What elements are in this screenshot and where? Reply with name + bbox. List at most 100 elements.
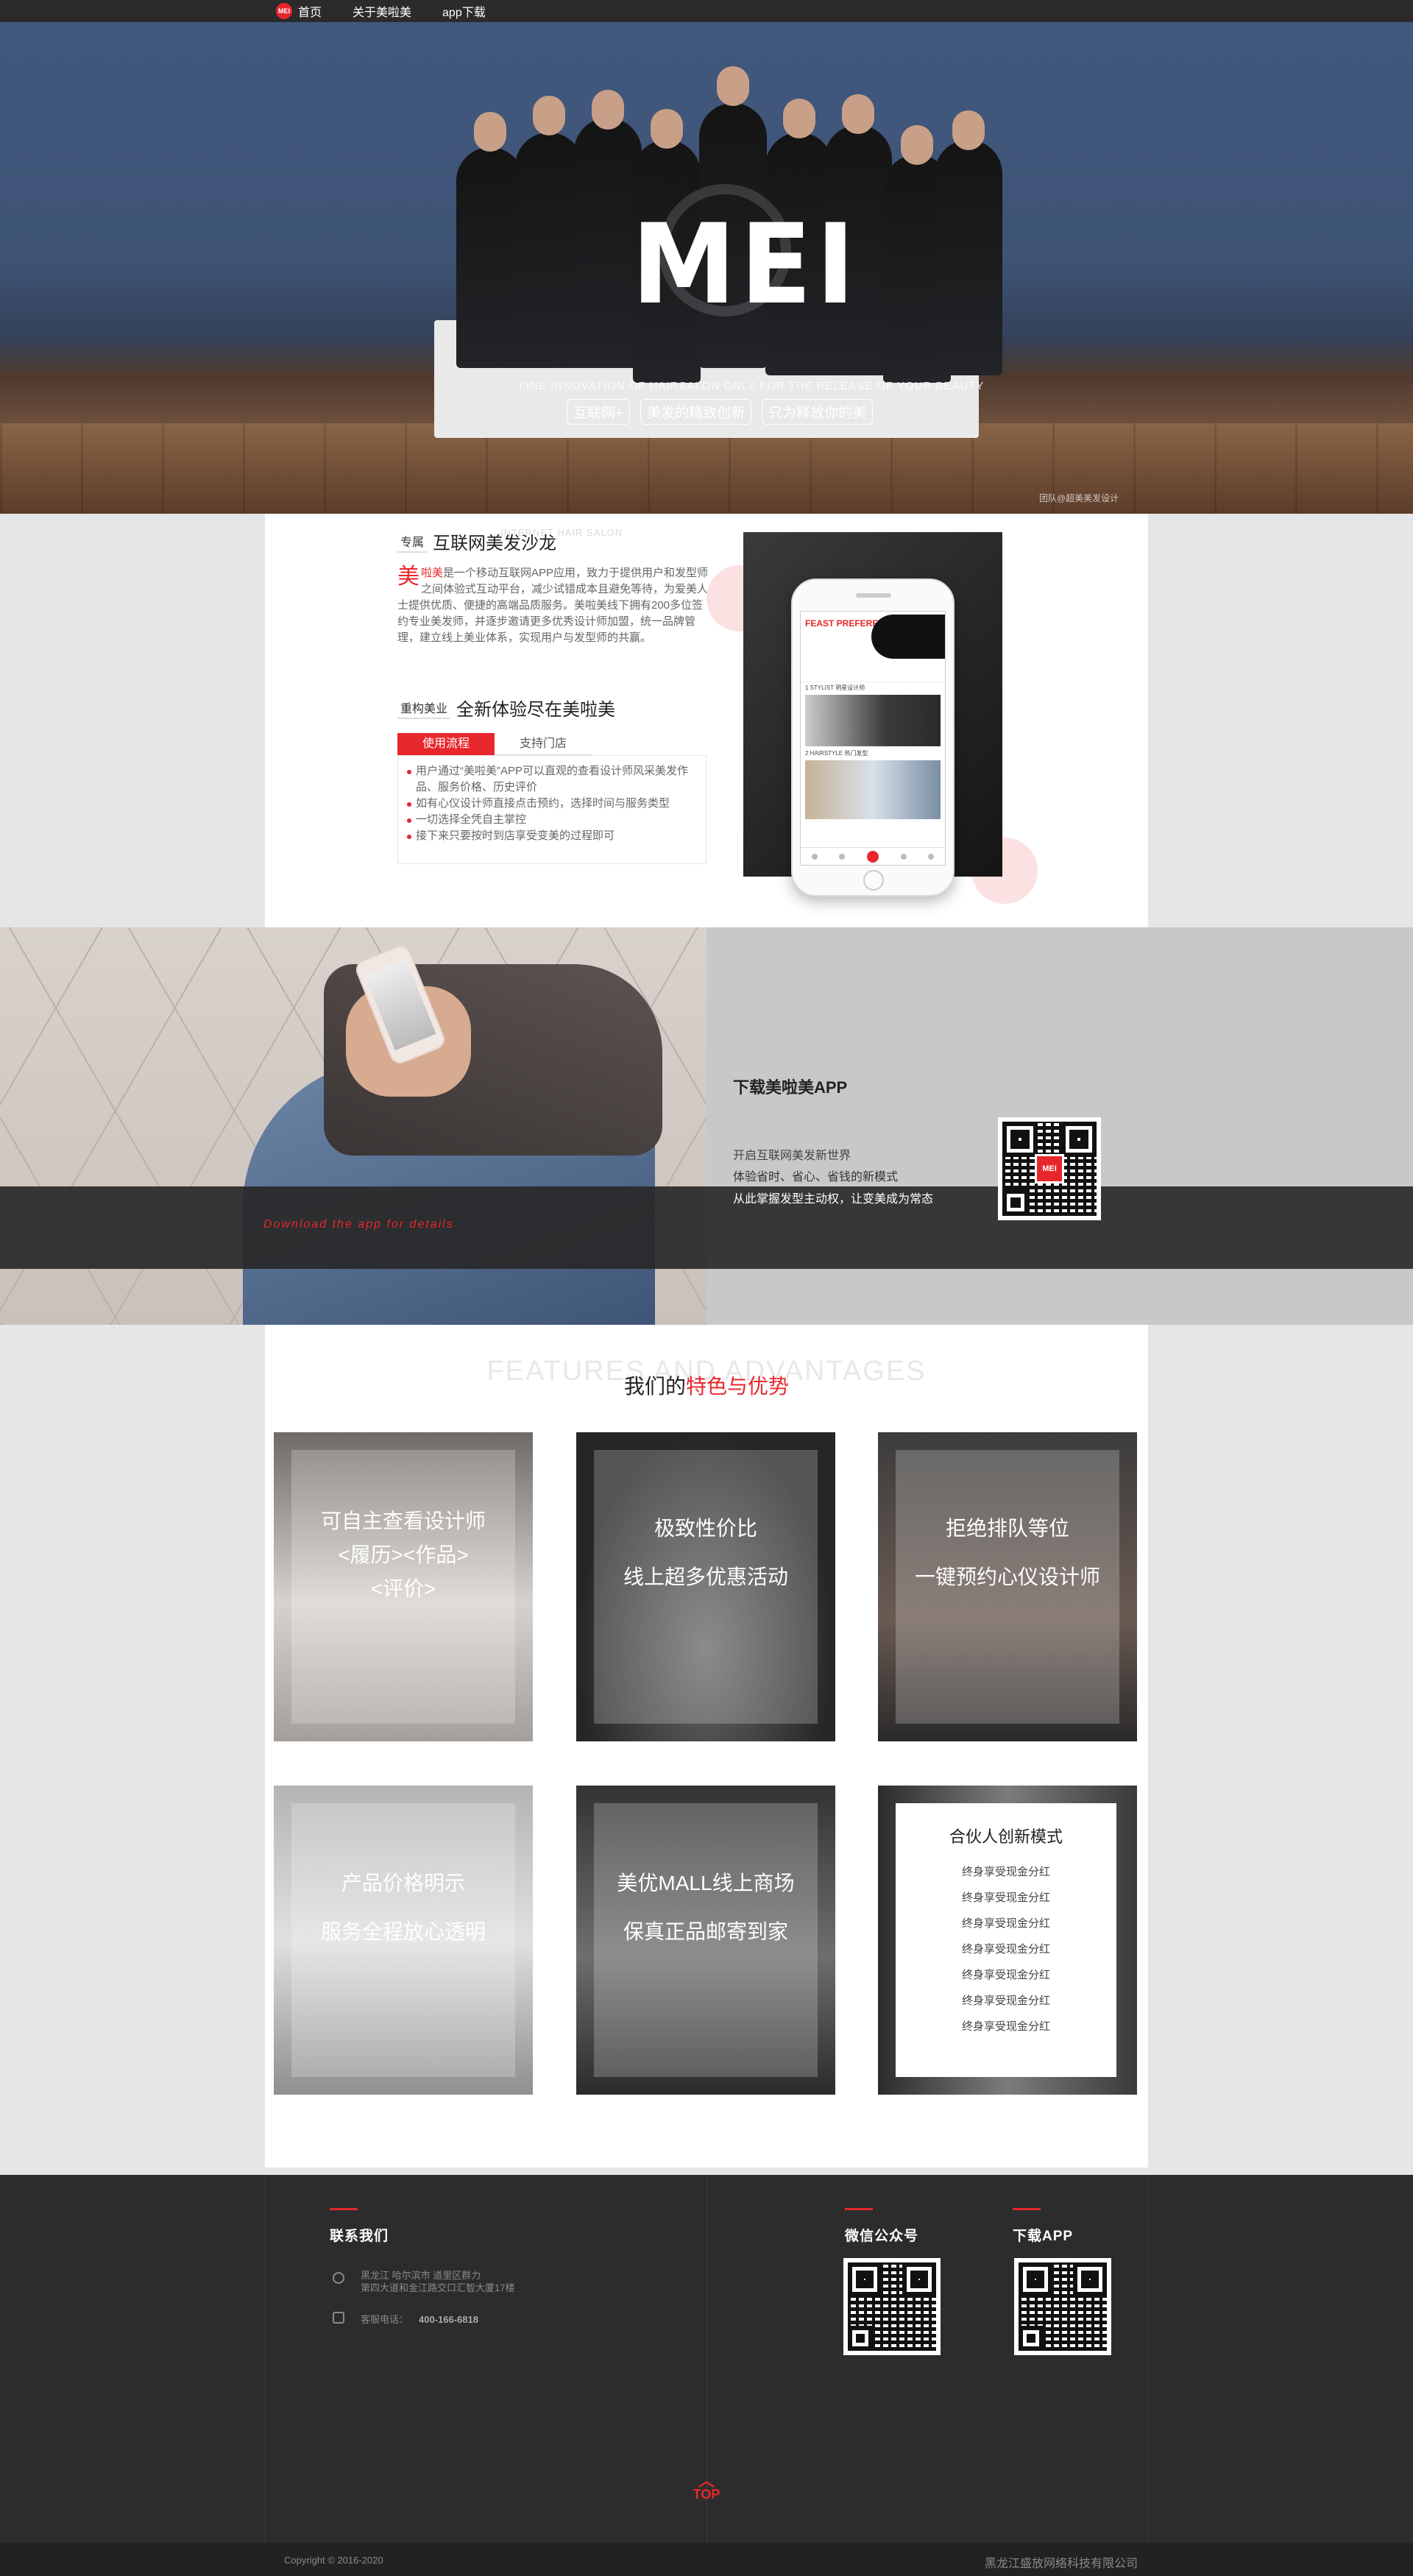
app-qr-code[interactable]: MEI: [998, 1117, 1101, 1220]
nav-home-label: 首页: [298, 7, 322, 19]
team-member-head: [533, 96, 565, 135]
intro-paragraph: 美啦美是一个移动互联网APP应用，致力于提供用户和发型师之间体验式互动平台，减少…: [397, 565, 714, 646]
footer-wechat-title: 微信公众号: [845, 2229, 919, 2244]
footer-tel-number: 400-166-6818: [419, 2314, 478, 2325]
feature-line: <评价>: [370, 1577, 436, 1600]
intro-text: 是一个移动互联网APP应用，致力于提供用户和发型师之间体验式互动平台，减少试错成…: [397, 567, 709, 644]
feature-card: 产品价格明示 服务全程放心透明: [274, 1786, 533, 2095]
feature-line: 线上超多优惠活动: [623, 1565, 788, 1588]
hero-credit: 团队@超美美发设计: [1039, 493, 1119, 503]
footer-app: 下载APP: [1013, 2208, 1073, 2245]
hero-tag: 只为释放你的美: [762, 399, 874, 425]
app-download-qr-code[interactable]: [1014, 2258, 1111, 2355]
team-member-head: [592, 90, 624, 130]
screen-label: 1 STYLIST 明星设计师: [805, 684, 865, 691]
screen-label: 2 HAIRSTYLE 热门发型: [805, 750, 868, 757]
partner-item: 终身享受现金分红: [961, 1995, 1050, 2007]
chevron-up-icon: ︿: [698, 2471, 715, 2490]
intro-heading-1-title: 互联网美发沙龙: [433, 534, 557, 553]
tab-center-icon: [866, 850, 879, 863]
intro-section: INTERNET HAIR SALON 专属 互联网美发沙龙 美啦美是一个移动互…: [265, 514, 1148, 927]
team-member: [515, 132, 583, 368]
back-to-top-label: TOP: [693, 2487, 720, 2502]
tab-supported-stores[interactable]: 支持门店: [495, 733, 592, 755]
partner-item: 终身享受现金分红: [961, 1892, 1050, 1904]
top-navbar: MEI 首页 关于美啦美 app下载: [0, 0, 1413, 22]
footer-address-line: 黑龙江 哈尔滨市 道里区群力: [361, 2270, 481, 2281]
screen-tabbar: [801, 847, 945, 865]
feature-line: 保真正品邮寄到家: [623, 1920, 788, 1943]
feature-text: 产品价格明示 服务全程放心透明: [274, 1859, 533, 1956]
team-member-head: [783, 99, 815, 138]
partner-item: 终身享受现金分红: [961, 2020, 1050, 2033]
team-member-head: [717, 66, 749, 106]
download-panel-bottom: [706, 1269, 1413, 1325]
nav-about[interactable]: 关于美啦美: [353, 2, 411, 20]
team-member-head: [474, 112, 506, 152]
download-title: 下载美啦美APP: [733, 1078, 848, 1097]
feature-card: 可自主查看设计师 <履历><作品> <评价>: [274, 1432, 533, 1741]
intro-heading-2-tag: 重构美业: [397, 697, 451, 719]
location-icon: [333, 2272, 344, 2284]
download-dark-band: [0, 1186, 1413, 1269]
hero-banner: MEI FINE INNOVATION OF HAIRSALON ONLY FO…: [0, 22, 1413, 514]
team-member: [456, 147, 524, 368]
team-member: [935, 140, 1002, 375]
hero-tag: 互联网+: [567, 399, 631, 425]
screen-banner: FEAST PREFERENTIAL: [801, 612, 945, 682]
feature-card-partner: 合伙人创新模式 终身享受现金分红 终身享受现金分红 终身享受现金分红 终身享受现…: [878, 1786, 1137, 2095]
feature-line: 可自主查看设计师: [320, 1510, 486, 1532]
feature-line: 极致性价比: [654, 1517, 757, 1540]
footer-accent-bar: [330, 2208, 358, 2210]
hero-subtitle: FINE INNOVATION OF HAIRSALON ONLY FOR TH…: [519, 380, 985, 392]
feature-line: 一键预约心仪设计师: [914, 1565, 1100, 1588]
feature-text: 拒绝排队等位 一键预约心仪设计师: [878, 1504, 1137, 1602]
screen-hairstyle-image: [805, 760, 941, 819]
phone-home-button: [863, 870, 884, 891]
footer: 联系我们 黑龙江 哈尔滨市 道里区群力 第四大道和金江路交口汇智大厦17楼 客服…: [0, 2175, 1413, 2576]
intro-brand: 啦美: [421, 567, 444, 579]
footer-tel: 客服电话： 400-166-6818: [361, 2312, 478, 2326]
phone-icon: [333, 2312, 344, 2324]
back-to-top-button[interactable]: ︿ TOP: [692, 2471, 721, 2502]
screen-stylist-image: [805, 695, 941, 746]
footer-tel-label: 客服电话：: [361, 2314, 409, 2325]
feature-card: 拒绝排队等位 一键预约心仪设计师: [878, 1432, 1137, 1741]
intro-heading-2: 重构美业 全新体验尽在美啦美: [397, 695, 615, 721]
tab-dot-icon: [900, 853, 907, 860]
feature-card: 美优MALL线上商场 保真正品邮寄到家: [576, 1786, 835, 2095]
footer-accent-bar: [1013, 2208, 1041, 2210]
qr-logo-icon: MEI: [1035, 1154, 1064, 1183]
features-section: FEATURES AND ADVANTAGES 我们的特色与优势 可自主查看设计…: [265, 1325, 1148, 2168]
team-member-head: [901, 125, 933, 165]
features-title-highlight: 特色与优势: [686, 1375, 790, 1398]
hero-logo-mark: MEI: [631, 201, 860, 329]
app-phone-mockup: FEAST PREFERENTIAL 1 STYLIST 明星设计师 2 HAI…: [791, 578, 955, 896]
download-line: 体验省时、省心、省钱的新模式: [733, 1171, 899, 1183]
feature-text: 可自主查看设计师 <履历><作品> <评价>: [274, 1504, 533, 1606]
nav-home[interactable]: MEI 首页: [276, 2, 322, 20]
team-member-head: [651, 109, 683, 149]
feature-line: 服务全程放心透明: [320, 1920, 486, 1943]
feature-line: 拒绝排队等位: [945, 1517, 1069, 1540]
intro-heading-1-tag: 专属: [397, 531, 428, 553]
feature-text: 极致性价比 线上超多优惠活动: [576, 1504, 835, 1602]
features-title: 我们的特色与优势: [265, 1370, 1148, 1400]
intro-tabs: 使用流程 支持门店: [397, 733, 592, 755]
step-item: 用户通过“美啦美”APP可以直观的查看设计师风采美发作品、服务价格、历史评价: [406, 763, 698, 796]
qr-pattern: [848, 2262, 936, 2351]
feature-line: <履历><作品>: [338, 1543, 469, 1566]
partner-item: 终身享受现金分红: [961, 1917, 1050, 1930]
tab-usage-flow[interactable]: 使用流程: [397, 733, 495, 755]
screen-banner-image: [871, 615, 945, 659]
team-member-head: [952, 110, 985, 150]
wechat-qr-code[interactable]: [843, 2258, 941, 2355]
feature-line: 美优MALL线上商场: [617, 1872, 795, 1894]
partner-panel: 合伙人创新模式 终身享受现金分红 终身享受现金分红 终身享受现金分红 终身享受现…: [896, 1803, 1116, 2077]
copyright-text: Copyright © 2016-2020: [284, 2555, 383, 2566]
hero-tags: 互联网+ 美发的精致创新 只为释放你的美: [567, 399, 874, 425]
hero-tag: 美发的精致创新: [640, 399, 752, 425]
step-item: 一切选择全凭自主掌控: [406, 812, 698, 828]
nav-app-download[interactable]: app下载: [442, 2, 486, 20]
download-section: Download the app for details 下载美啦美APP 开启…: [0, 927, 1413, 1325]
